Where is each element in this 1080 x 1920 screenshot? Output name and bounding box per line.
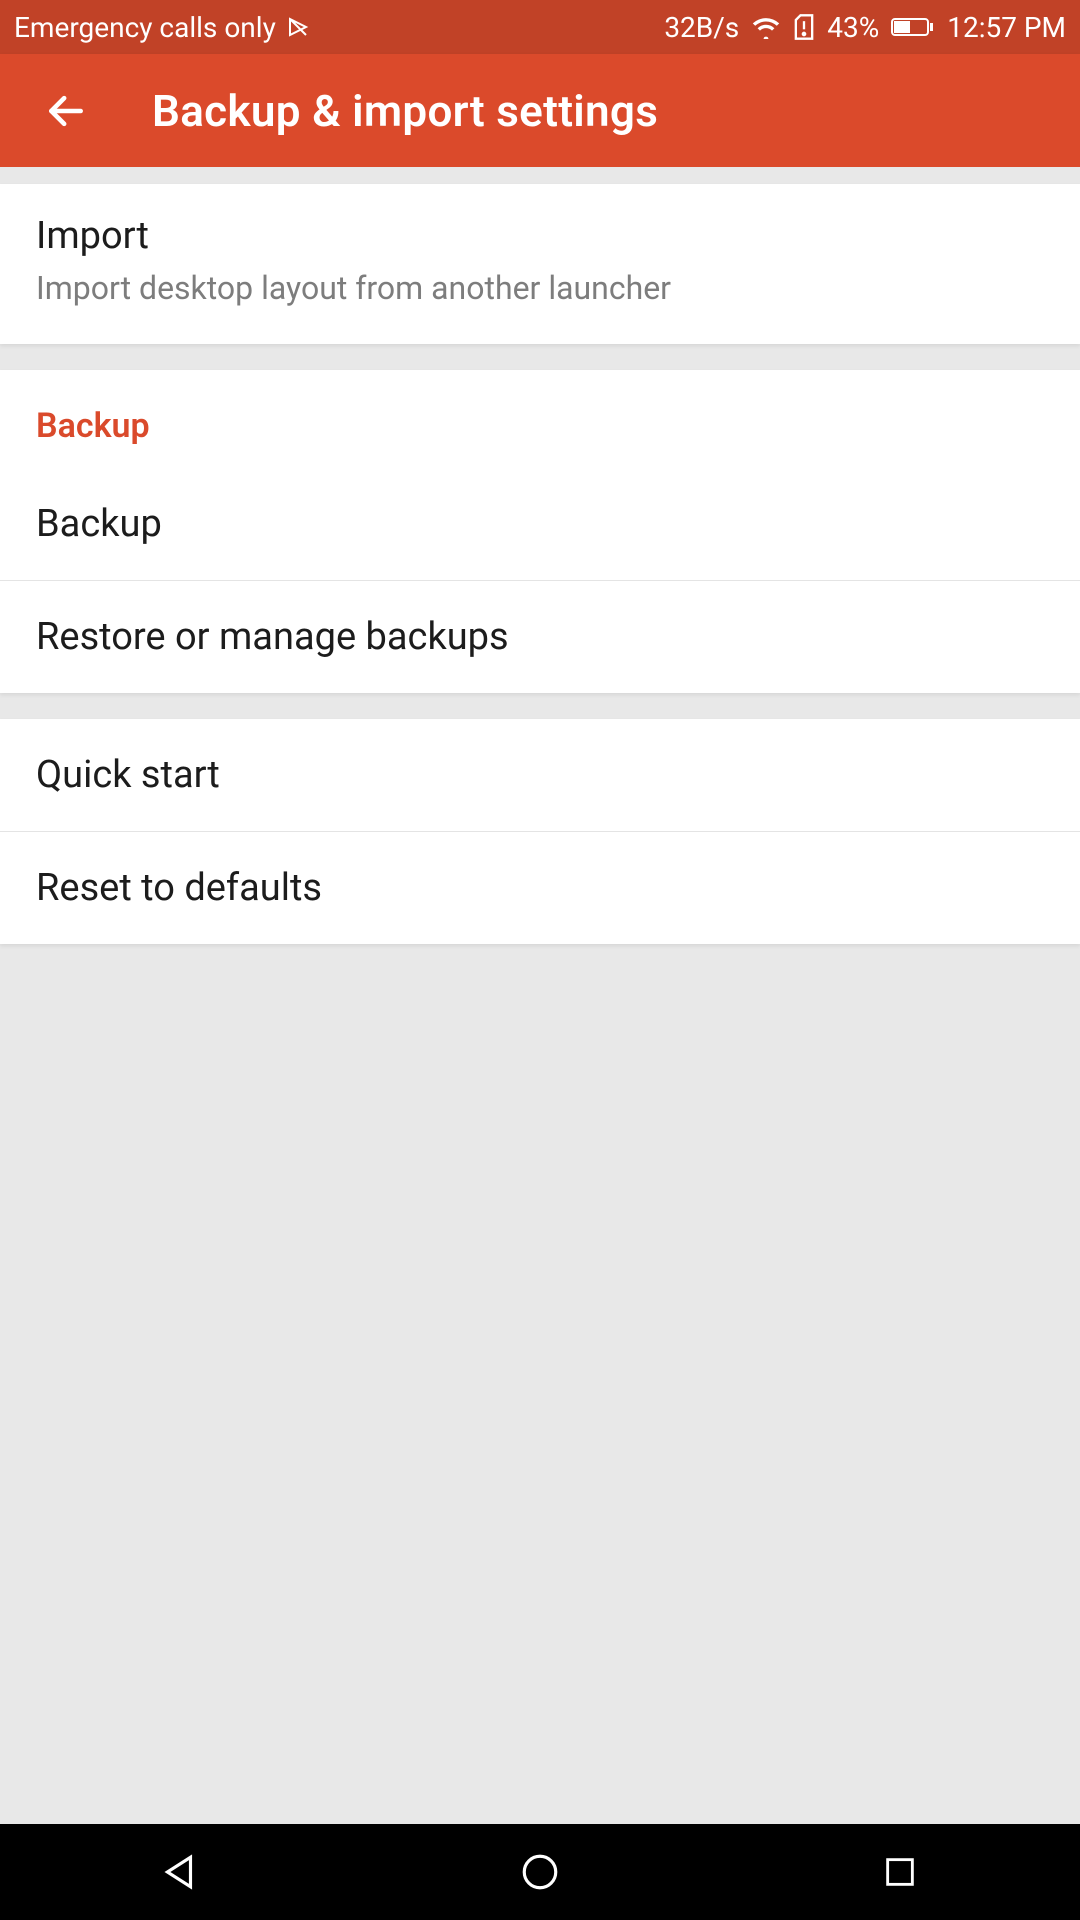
back-button[interactable] xyxy=(36,81,96,141)
page-title: Backup & import settings xyxy=(152,85,658,137)
battery-pct: 43% xyxy=(827,11,879,44)
backup-section-header: Backup xyxy=(0,370,1080,468)
mute-icon xyxy=(286,15,310,39)
nav-recent-button[interactable] xyxy=(800,1824,1000,1920)
app-bar: Backup & import settings xyxy=(0,54,1080,167)
clock: 12:57 PM xyxy=(947,11,1066,44)
backup-row[interactable]: Backup xyxy=(0,468,1080,580)
misc-card: Quick start Reset to defaults xyxy=(0,719,1080,944)
content: Import Import desktop layout from anothe… xyxy=(0,184,1080,1824)
import-card: Import Import desktop layout from anothe… xyxy=(0,184,1080,344)
circle-home-icon xyxy=(519,1851,561,1893)
import-subtitle: Import desktop layout from another launc… xyxy=(36,268,1044,308)
reset-title: Reset to defaults xyxy=(36,866,1044,910)
nav-back-button[interactable] xyxy=(80,1824,280,1920)
nav-bar xyxy=(0,1824,1080,1920)
square-recent-icon xyxy=(881,1853,919,1891)
battery-icon xyxy=(891,16,935,38)
status-right: 32B/s 43% 12:57 PM xyxy=(664,11,1066,44)
backup-title: Backup xyxy=(36,502,1044,546)
wifi-icon xyxy=(751,15,781,39)
import-title: Import xyxy=(36,214,1044,258)
nav-home-button[interactable] xyxy=(440,1824,640,1920)
import-row[interactable]: Import Import desktop layout from anothe… xyxy=(0,184,1080,344)
empty-space xyxy=(0,944,1080,1824)
status-bar: Emergency calls only 32B/s 43% 12:57 PM xyxy=(0,0,1080,54)
restore-title: Restore or manage backups xyxy=(36,615,1044,659)
screen: Emergency calls only 32B/s 43% 12:57 PM … xyxy=(0,0,1080,1920)
sim-alert-icon xyxy=(793,13,815,41)
arrow-left-icon xyxy=(44,89,88,133)
triangle-back-icon xyxy=(159,1851,201,1893)
data-speed: 32B/s xyxy=(664,11,739,44)
restore-row[interactable]: Restore or manage backups xyxy=(0,581,1080,693)
carrier-text: Emergency calls only xyxy=(14,11,276,44)
status-left: Emergency calls only xyxy=(14,11,310,44)
quickstart-title: Quick start xyxy=(36,753,1044,797)
gap xyxy=(0,167,1080,184)
backup-card: Backup Backup Restore or manage backups xyxy=(0,370,1080,693)
reset-row[interactable]: Reset to defaults xyxy=(0,832,1080,944)
quickstart-row[interactable]: Quick start xyxy=(0,719,1080,831)
